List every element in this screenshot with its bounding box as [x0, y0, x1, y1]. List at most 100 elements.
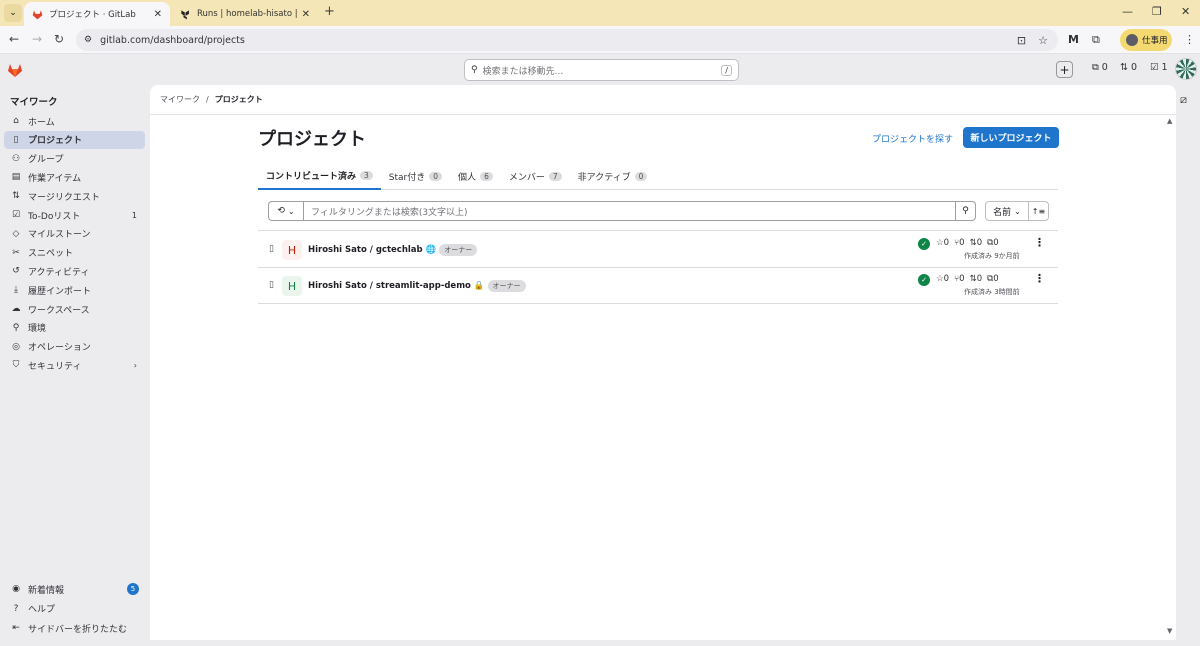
- user-avatar[interactable]: [1175, 58, 1197, 80]
- merge-request-icon-stat[interactable]: ⇅0: [970, 238, 983, 248]
- merge-request-icon-stat[interactable]: ⇅0: [970, 274, 983, 284]
- merge-request-icon: ⇅: [12, 191, 20, 202]
- close-tab-icon[interactable]: ✕: [302, 9, 310, 20]
- sidebar-item-count: 1: [131, 210, 137, 220]
- address-bar[interactable]: ⚙ gitlab.com/dashboard/projects ⊡ ☆: [76, 29, 1058, 51]
- pipeline-passed-icon[interactable]: ✓: [918, 274, 930, 286]
- sidebar-item[interactable]: ☑ To-Doリスト 1: [4, 206, 145, 224]
- sidebar-item[interactable]: ⤓ 履歴インポート: [4, 281, 145, 299]
- sidebar-item[interactable]: ⇅ マージリクエスト: [4, 187, 145, 205]
- sidebar-item[interactable]: ⚲ 環境: [4, 319, 145, 337]
- star-icon-stat[interactable]: ☆0: [936, 238, 949, 248]
- globe-icon: 🌐: [425, 245, 437, 255]
- browser-toolbar: ← → ↻ ⚙ gitlab.com/dashboard/projects ⊡ …: [0, 26, 1200, 54]
- reload-icon[interactable]: ↻: [54, 32, 64, 46]
- mr-count: 0: [1130, 62, 1138, 73]
- side-panel-icon[interactable]: ⧄: [1180, 93, 1187, 107]
- sidebar-item-label: アクティビティ: [28, 267, 90, 278]
- project-row: ▯ H Hiroshi Sato / gctechlab 🌐 オーナー ✓ ☆0 ⑂0 ⇅0 ⧉0…: [258, 232, 1058, 268]
- stat-count: 0: [993, 274, 999, 284]
- minimize-icon[interactable]: —: [1122, 5, 1133, 18]
- project-name-link[interactable]: Hiroshi Sato / streamlit-app-demo: [308, 281, 471, 291]
- star-icon-stat[interactable]: ☆0: [936, 274, 949, 284]
- forward-icon[interactable]: →: [32, 32, 42, 46]
- extensions-puzzle-icon[interactable]: ⧉: [1092, 33, 1100, 47]
- browser-tab-gitlab[interactable]: プロジェクト · GitLab ✕: [24, 2, 170, 26]
- explore-projects-link[interactable]: プロジェクトを探す: [872, 132, 953, 145]
- search-icon: ⚲: [471, 65, 478, 75]
- stat-count: 0: [943, 238, 950, 248]
- tab-4[interactable]: 非アクティブ 0: [570, 163, 656, 190]
- maximize-icon[interactable]: ❐: [1152, 5, 1162, 18]
- breadcrumb-current[interactable]: プロジェクト: [215, 94, 263, 105]
- sidebar-footer-item[interactable]: ◉ 新着情報 5: [4, 580, 145, 598]
- sidebar-item[interactable]: ⚇ グループ: [4, 150, 145, 168]
- sidebar-footer-item[interactable]: ? ヘルプ: [4, 600, 145, 618]
- filter-submit-button[interactable]: ⚲: [955, 201, 976, 221]
- role-badge: オーナー: [439, 244, 478, 256]
- new-tab-button[interactable]: +: [324, 4, 335, 19]
- sidebar-item[interactable]: ⛉ セキュリティ ›: [4, 356, 145, 374]
- tab-1[interactable]: Star付き 0: [381, 163, 450, 190]
- profile-button[interactable]: 仕事用: [1120, 29, 1172, 51]
- bookmark-star-icon[interactable]: ☆: [1038, 34, 1048, 47]
- tab-count-badge: 3: [360, 171, 373, 180]
- merge-requests-counter[interactable]: ⇅ 0: [1120, 62, 1137, 73]
- tab-label: コントリビュート済み: [266, 172, 357, 182]
- filter-search-input[interactable]: フィルタリングまたは検索(3文字以上): [303, 201, 956, 221]
- tab-label: Star付き: [388, 173, 426, 183]
- browser-tab-hcp[interactable]: Runs | homelab-hisato | HCP Te ✕: [172, 2, 318, 26]
- tab-search-chevron-icon[interactable]: ⌄: [4, 4, 22, 22]
- project-avatar[interactable]: H: [282, 276, 302, 296]
- scroll-up-icon[interactable]: ▲: [1167, 117, 1172, 125]
- tab-count-badge: 7: [548, 172, 562, 181]
- global-search-input[interactable]: ⚲ 検索または移動先... /: [464, 59, 739, 81]
- browser-menu-icon[interactable]: ⋮: [1184, 33, 1195, 46]
- create-new-button[interactable]: +: [1056, 61, 1073, 78]
- work-items-icon: ▤: [11, 172, 21, 183]
- pipeline-passed-icon[interactable]: ✓: [918, 238, 930, 250]
- fork-icon-stat[interactable]: ⑂0: [954, 274, 965, 284]
- breadcrumb-parent[interactable]: マイワーク: [160, 94, 200, 105]
- gitlab-logo-icon[interactable]: [7, 62, 23, 78]
- issues-icon-stat[interactable]: ⧉0: [987, 274, 999, 284]
- profile-label: 仕事用: [1142, 36, 1168, 46]
- scroll-down-icon[interactable]: ▼: [1167, 627, 1172, 635]
- sidebar-item[interactable]: ◇ マイルストーン: [4, 225, 145, 243]
- more-actions-icon[interactable]: ⋮: [1034, 272, 1045, 285]
- todo-counter[interactable]: ☑ 1: [1150, 62, 1168, 73]
- filter-bar: ⟲ ⌄ フィルタリングまたは検索(3文字以上) ⚲ 名前 ⌄ ↑≡: [258, 191, 1058, 231]
- recent-searches-button[interactable]: ⟲ ⌄: [268, 201, 304, 221]
- tab-3[interactable]: メンバー 7: [501, 163, 570, 190]
- sidebar-item[interactable]: ☁ ワークスペース: [4, 300, 145, 318]
- site-info-icon[interactable]: ⚙: [84, 35, 92, 45]
- install-app-icon[interactable]: ⊡: [1017, 34, 1026, 47]
- tab-2[interactable]: 個人 6: [450, 163, 501, 190]
- project-avatar[interactable]: H: [282, 240, 302, 260]
- tab-0[interactable]: コントリビュート済み 3: [258, 163, 381, 190]
- sidebar-item[interactable]: ⌂ ホーム: [4, 112, 145, 130]
- close-window-icon[interactable]: ✕: [1181, 5, 1190, 18]
- back-icon[interactable]: ←: [9, 32, 19, 46]
- sidebar-footer-item[interactable]: ⇤ サイドバーを折りたたむ: [4, 619, 145, 637]
- more-actions-icon[interactable]: ⋮: [1034, 236, 1045, 249]
- fork-icon-stat[interactable]: ⑂0: [954, 238, 965, 248]
- sort-ascending-icon: ↑≡: [1031, 206, 1046, 216]
- close-tab-icon[interactable]: ✕: [154, 9, 162, 20]
- chevron-down-icon: ⌄: [1014, 206, 1021, 216]
- sort-direction-button[interactable]: ↑≡: [1028, 201, 1049, 221]
- sidebar-item[interactable]: ▤ 作業アイテム: [4, 168, 145, 186]
- issues-counter[interactable]: ⧉ 0: [1092, 62, 1108, 73]
- issues-icon-stat[interactable]: ⧉0: [987, 238, 999, 248]
- extension-m-icon[interactable]: M: [1068, 33, 1079, 46]
- sidebar-item-label: ワークスペース: [28, 305, 90, 316]
- history-icon: ⟲: [277, 206, 285, 216]
- sidebar-item[interactable]: ◎ オペレーション: [4, 338, 145, 356]
- new-project-button[interactable]: 新しいプロジェクト: [963, 127, 1059, 148]
- sidebar-item[interactable]: ↺ アクティビティ: [4, 262, 145, 280]
- sort-dropdown[interactable]: 名前 ⌄: [985, 201, 1029, 221]
- sidebar-item[interactable]: ▯ プロジェクト: [4, 130, 145, 149]
- created-time: 作成済み 3時間前: [964, 288, 1020, 296]
- project-name-link[interactable]: Hiroshi Sato / gctechlab: [308, 245, 423, 255]
- sidebar-item[interactable]: ✂ スニペット: [4, 244, 145, 262]
